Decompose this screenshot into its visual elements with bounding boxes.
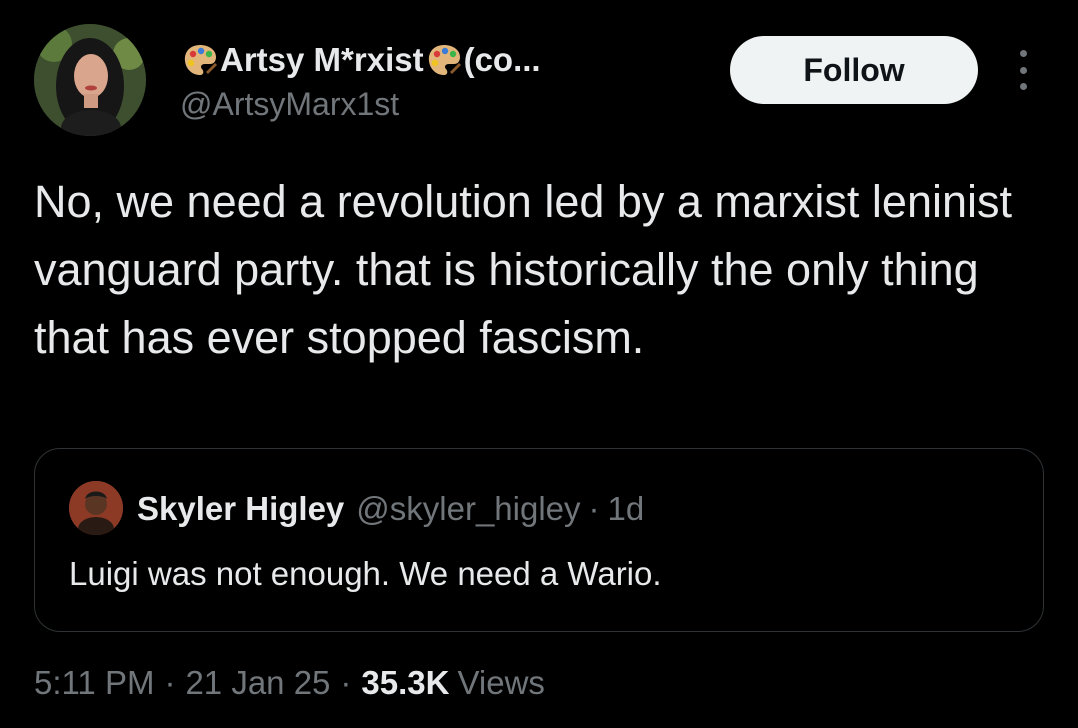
artist-palette-icon	[182, 42, 218, 78]
follow-button[interactable]: Follow	[730, 36, 978, 104]
quoted-tweet-card[interactable]: Skyler Higley @skyler_higley · 1d Luigi …	[34, 448, 1044, 632]
author-name-row[interactable]: Artsy M*rxist (co...	[180, 38, 541, 82]
artist-palette-icon	[426, 42, 462, 78]
views-label: Views	[457, 664, 545, 701]
meta-separator: ·	[164, 664, 176, 701]
views-count: 35.3K	[361, 664, 450, 701]
quote-header: Skyler Higley @skyler_higley · 1d	[137, 487, 644, 531]
tweet-meta: 5:11 PM · 21 Jan 25 · 35.3K Views	[34, 660, 545, 706]
author-name-suffix: (co...	[463, 41, 541, 78]
meta-separator: ·	[340, 664, 352, 701]
tweet-time[interactable]: 5:11 PM	[34, 664, 154, 702]
tweet-container: Artsy M*rxist (co... @ArtsyMarx1st Follo…	[0, 0, 1078, 728]
more-vertical-icon[interactable]	[1008, 50, 1038, 90]
quote-author-avatar[interactable]	[69, 481, 123, 535]
quote-separator: ·	[588, 490, 600, 527]
quote-author-name: Skyler Higley	[137, 490, 345, 527]
quote-timestamp[interactable]: 1d	[608, 490, 645, 528]
tweet-date[interactable]: 21 Jan 25	[185, 664, 330, 702]
author-handle[interactable]: @ArtsyMarx1st	[180, 86, 399, 123]
author-display-name: Artsy M*rxist	[220, 41, 424, 78]
quote-text: Luigi was not enough. We need a Wario.	[69, 555, 662, 592]
quote-author-handle: @skyler_higley	[356, 490, 581, 527]
author-avatar[interactable]	[34, 24, 146, 136]
tweet-text: No, we need a revolution led by a marxis…	[34, 176, 1013, 363]
